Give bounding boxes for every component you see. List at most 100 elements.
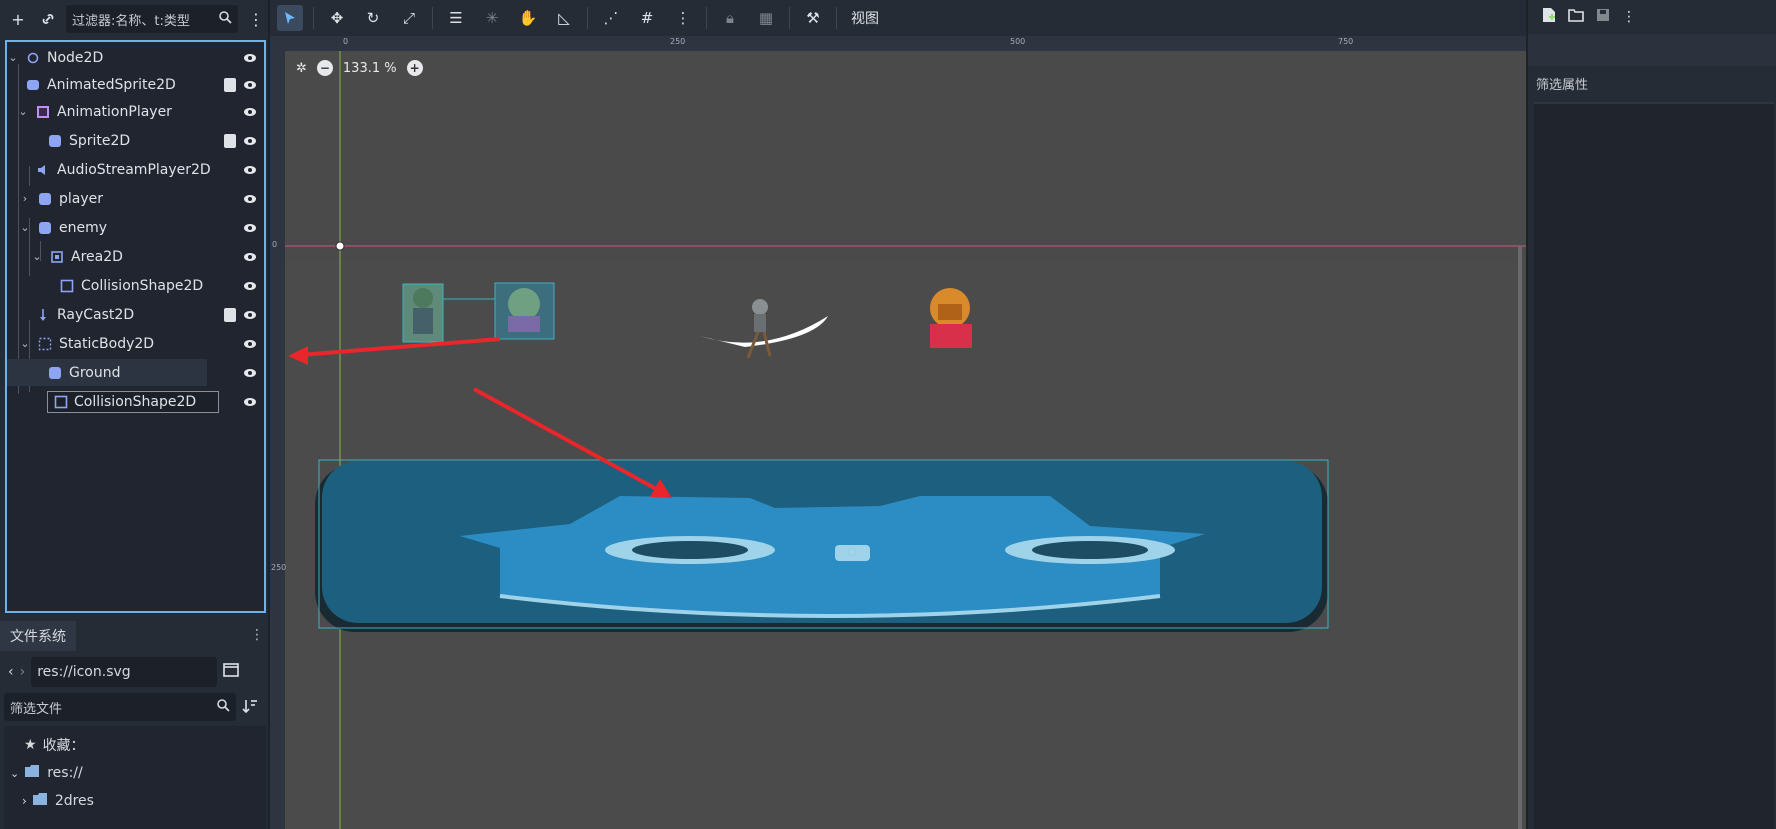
more-options-icon[interactable]: ⋮ [1622,9,1636,25]
more-options-icon[interactable]: ⋮ [670,5,696,31]
tree-row-raycast2d[interactable]: RayCast2D [7,301,264,328]
visibility-eye-icon[interactable] [242,104,258,120]
visibility-eye-icon[interactable] [242,336,258,352]
sprite-icon [37,191,53,207]
pivot-tool-icon[interactable]: ✳ [479,5,505,31]
script-icon[interactable] [224,307,236,322]
folder-icon [25,765,40,781]
list-select-icon[interactable]: ☰ [443,5,469,31]
script-icon[interactable] [224,77,236,92]
canvas-viewport[interactable]: 0 250 500 750 0 250 ✲ − 133.1 % + [270,36,1526,829]
rotate-tool-icon[interactable]: ↻ [360,5,386,31]
sprite-icon [37,220,53,236]
tree-row-node2d[interactable]: ⌄ Node2D [7,44,264,71]
enemy-sprite-1 [402,283,444,343]
tree-row-area2d[interactable]: ⌄ Area2D [7,243,264,270]
visibility-eye-icon[interactable] [242,77,258,93]
link-icon[interactable] [36,7,60,31]
new-resource-icon[interactable] [1542,7,1556,27]
move-tool-icon[interactable]: ✥ [324,5,350,31]
tree-row-collisionshape2d-1[interactable]: CollisionShape2D [7,272,264,299]
filesystem-header: 文件系统 ⋮ [0,621,268,651]
tree-row-collisionshape2d-2[interactable]: CollisionShape2D [7,388,264,415]
favorites-row[interactable]: ★ 收藏： [24,731,85,759]
player-sprite [700,299,828,359]
search-icon [218,10,232,28]
collapse-arrow-icon[interactable]: ⌄ [10,767,19,780]
godot-editor: + 过滤器:名称、t:类型 ⋮ ⌄ Node2D AnimatedSprite2… [0,0,1776,829]
visibility-eye-icon[interactable] [242,133,258,149]
visibility-eye-icon[interactable] [242,191,258,207]
ruler-tool-icon[interactable]: ◺ [551,5,577,31]
visibility-eye-icon[interactable] [242,50,258,66]
folder-2dres-row[interactable]: › 2dres [22,787,94,815]
visibility-eye-icon[interactable] [242,394,258,410]
node2d-icon [25,50,41,66]
collapse-arrow-icon[interactable]: ⌄ [19,337,31,350]
script-icon[interactable] [224,133,236,148]
select-tool-icon[interactable] [277,5,303,31]
enemy-sprite-2 [494,282,555,340]
inspector-filter-label[interactable]: 筛选属性 [1536,74,1588,93]
sort-icon[interactable] [242,698,258,718]
res-root-row[interactable]: ⌄ res:// [10,759,83,787]
filesystem-tree: ★ 收藏： ⌄ res:// › 2dres [4,726,266,829]
editor-2d: ✥ ↻ ⤢ ☰ ✳ ✋ ◺ ⋰ # ⋮ 🔒︎ ▦ ⚒ 视图 0 250 500 … [270,0,1526,829]
tree-row-ground[interactable]: Ground [7,359,207,386]
collapse-arrow-icon[interactable]: ⌄ [19,221,31,234]
center-view-icon[interactable]: ✲ [296,61,307,76]
back-arrow-icon[interactable]: ‹ [8,664,14,680]
zoom-controls: ✲ − 133.1 % + [296,60,423,76]
visibility-eye-icon[interactable] [242,162,258,178]
tree-row-audiostreamplayer2d[interactable]: AudioStreamPlayer2D [7,156,264,183]
collapse-arrow-icon[interactable]: ⌄ [17,105,29,118]
split-view-icon[interactable] [223,663,240,681]
load-resource-icon[interactable] [1568,8,1584,26]
scene-toolbar: + 过滤器:名称、t:类型 ⋮ [0,0,268,38]
save-resource-icon[interactable] [1596,8,1610,26]
tree-row-player[interactable]: › player [7,185,264,212]
collision-icon [53,394,69,410]
tree-row-animatedsprite2d[interactable]: AnimatedSprite2D [7,71,264,98]
scene-dock: + 过滤器:名称、t:类型 ⋮ ⌄ Node2D AnimatedSprite2… [0,0,268,829]
more-options-icon[interactable]: ⋮ [244,7,268,31]
visibility-eye-icon[interactable] [242,278,258,294]
group-icon[interactable]: ▦ [753,5,779,31]
more-options-icon[interactable]: ⋮ [250,627,264,643]
zoom-out-icon[interactable]: − [316,60,333,76]
view-menu[interactable]: 视图 [847,8,883,28]
tree-row-staticbody2d[interactable]: ⌄ StaticBody2D [7,330,264,357]
zoom-level[interactable]: 133.1 % [343,61,397,76]
npc-sprite [930,288,972,348]
filesystem-filter-input[interactable]: 筛选文件 [4,693,236,721]
visibility-eye-icon[interactable] [242,220,258,236]
tree-row-sprite2d[interactable]: Sprite2D [7,127,264,154]
scale-tool-icon[interactable]: ⤢ [396,5,422,31]
collapse-arrow-icon[interactable]: ⌄ [31,250,43,263]
tree-row-animationplayer[interactable]: ⌄ AnimationPlayer [7,98,264,125]
folder-icon [32,793,47,809]
filesystem-path-row: ‹ › res://icon.svg [0,656,268,688]
add-node-icon[interactable]: + [6,7,30,31]
scene-filter-input[interactable]: 过滤器:名称、t:类型 [66,5,238,33]
visibility-eye-icon[interactable] [242,249,258,265]
staticbody-icon [37,336,53,352]
lock-icon[interactable]: 🔒︎ [717,5,743,31]
forward-arrow-icon[interactable]: › [20,664,26,680]
zoom-in-icon[interactable]: + [406,60,423,76]
path-input[interactable]: res://icon.svg [31,657,218,687]
snap-icon[interactable]: ⋰ [598,5,624,31]
bone-icon[interactable]: ⚒ [800,5,826,31]
pan-tool-icon[interactable]: ✋ [515,5,541,31]
collision-icon [59,278,75,294]
canvas-scene [285,51,1526,829]
expand-arrow-icon[interactable]: › [22,794,27,808]
visibility-eye-icon[interactable] [242,307,258,323]
star-icon: ★ [24,737,37,753]
tree-row-enemy[interactable]: ⌄ enemy [7,214,264,241]
grid-icon[interactable]: # [634,5,660,31]
visibility-eye-icon[interactable] [242,365,258,381]
expand-arrow-icon[interactable]: › [19,192,31,205]
collapse-arrow-icon[interactable]: ⌄ [7,51,19,64]
tab-filesystem[interactable]: 文件系统 [0,621,76,651]
